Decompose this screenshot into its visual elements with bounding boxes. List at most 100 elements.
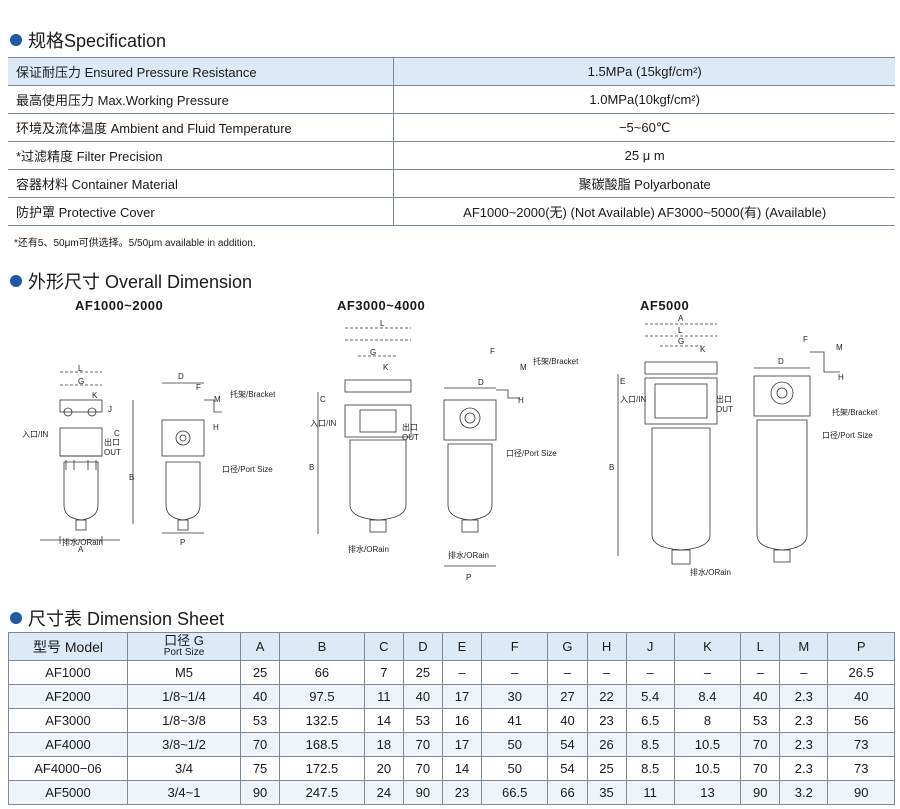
table-cell: 73 xyxy=(827,732,895,757)
filter-front-view-medium xyxy=(317,327,412,534)
model-cell: AF5000 xyxy=(8,780,128,805)
table-cell: – xyxy=(740,660,781,685)
table-cell: 50 xyxy=(480,756,549,781)
dim-letter-k: K xyxy=(383,363,389,372)
dim-letter-k: K xyxy=(700,345,706,354)
table-cell: 172.5 xyxy=(279,756,365,781)
dim-letter-l: L xyxy=(678,326,683,335)
header-col: C xyxy=(363,632,404,661)
header-col: L xyxy=(740,632,781,661)
table-cell: 66 xyxy=(279,660,365,685)
port-size-label: 口径/Port Size xyxy=(222,464,273,474)
outlet-label-en: OUT xyxy=(716,405,733,414)
dim-letter-c: C xyxy=(114,429,120,438)
header-col: K xyxy=(673,632,742,661)
filter-front-view-large xyxy=(617,323,718,565)
table-cell: 20 xyxy=(363,756,404,781)
bracket-label: 托架/Bracket xyxy=(230,389,276,399)
table-cell: 24 xyxy=(363,780,404,805)
table-cell: 40 xyxy=(547,708,588,733)
table-cell: 5.4 xyxy=(625,684,675,709)
table-cell: 8.4 xyxy=(673,684,742,709)
header-col: P xyxy=(827,632,895,661)
table-cell: 56 xyxy=(827,708,895,733)
table-cell: 17 xyxy=(441,684,482,709)
dim-letter-l: L xyxy=(380,319,385,328)
drain-label: 排水/ORain xyxy=(348,544,389,554)
dim-letter-m: M xyxy=(214,395,221,404)
header-port-en: Port Size xyxy=(163,646,205,658)
table-cell: 13 xyxy=(673,780,742,805)
outlet-label-en: OUT xyxy=(104,448,121,457)
table-cell: 97.5 xyxy=(279,684,365,709)
inlet-label: 入口/IN xyxy=(22,430,48,439)
table-cell: 70 xyxy=(402,756,443,781)
drain-label: 排水/ORain xyxy=(62,537,103,547)
outlet-label-cn: 出口 xyxy=(402,422,418,432)
table-cell: 3/4~1 xyxy=(126,780,242,805)
model-cell: AF4000−06 xyxy=(8,756,128,781)
model-cell: AF1000 xyxy=(8,660,128,685)
table-cell: 41 xyxy=(480,708,549,733)
table-cell: 8.5 xyxy=(625,756,675,781)
table-cell: 73 xyxy=(827,756,895,781)
header-col: A xyxy=(240,632,281,661)
table-cell: 14 xyxy=(363,708,404,733)
table-cell: 90 xyxy=(740,780,781,805)
table-cell: 54 xyxy=(547,732,588,757)
header-model: 型号 Model xyxy=(8,632,128,661)
table-cell: 2.3 xyxy=(779,708,829,733)
dim-letter-k: K xyxy=(92,391,98,400)
header-col: M xyxy=(779,632,829,661)
table-cell: 1/8~1/4 xyxy=(126,684,242,709)
table-cell: 66 xyxy=(547,780,588,805)
model-cell: AF2000 xyxy=(8,684,128,709)
header-port-size: 口径 G Port Size xyxy=(126,632,242,661)
dim-letter-b: B xyxy=(129,473,134,482)
table-cell: 18 xyxy=(363,732,404,757)
header-col: H xyxy=(586,632,627,661)
inlet-label: 入口/IN xyxy=(310,419,336,428)
dim-letter-j: J xyxy=(108,405,112,414)
dimension-table: 型号 Model 口径 G Port Size A B C D E F G H … xyxy=(8,632,895,805)
header-col: B xyxy=(279,632,365,661)
table-cell: 2.3 xyxy=(779,732,829,757)
table-cell: 10.5 xyxy=(673,732,742,757)
outlet-label-cn: 出口 xyxy=(104,437,120,447)
dim-letter-h: H xyxy=(518,396,524,405)
dim-letter-g: G xyxy=(370,348,376,357)
table-row: AF4000 3/8~1/2 70 168.5 18 70 17 50 54 26 8.5 10.5 7… xyxy=(8,732,895,757)
header-col: G xyxy=(547,632,588,661)
table-cell: 132.5 xyxy=(279,708,365,733)
filter-side-view-small xyxy=(161,382,222,534)
table-cell: 50 xyxy=(480,732,549,757)
dimension-table-body: AF1000 M5 25 66 7 25– – – – – – – –26.5 AF2000 1/8~1/4… xyxy=(8,660,895,805)
dim-letter-g: G xyxy=(678,337,684,346)
table-cell: 70 xyxy=(740,756,781,781)
header-col: J xyxy=(625,632,675,661)
table-cell: 3.2 xyxy=(779,780,829,805)
table-header-row: 型号 Model 口径 G Port Size A B C D E F G H … xyxy=(8,632,895,661)
table-cell: 16 xyxy=(441,708,482,733)
table-cell: 70 xyxy=(240,732,281,757)
table-cell: 40 xyxy=(402,684,443,709)
table-cell: 25 xyxy=(402,660,443,685)
table-cell: 23 xyxy=(586,708,627,733)
port-size-label: 口径/Port Size xyxy=(822,430,873,440)
outlet-label-cn: 出口 xyxy=(716,394,732,404)
table-cell: 25 xyxy=(586,756,627,781)
table-cell: 53 xyxy=(402,708,443,733)
table-cell: 7 xyxy=(363,660,404,685)
dim-letter-b: B xyxy=(309,463,314,472)
header-col: E xyxy=(441,632,482,661)
table-cell: 8 xyxy=(673,708,742,733)
dim-letter-p: P xyxy=(466,573,471,582)
table-cell: 22 xyxy=(586,684,627,709)
table-cell: – xyxy=(586,660,627,685)
table-cell: 70 xyxy=(402,732,443,757)
table-cell: 27 xyxy=(547,684,588,709)
dim-letter-h: H xyxy=(213,423,219,432)
filter-front-view-small xyxy=(40,371,134,544)
dim-letter-e: E xyxy=(620,377,625,386)
table-cell: 6.5 xyxy=(625,708,675,733)
